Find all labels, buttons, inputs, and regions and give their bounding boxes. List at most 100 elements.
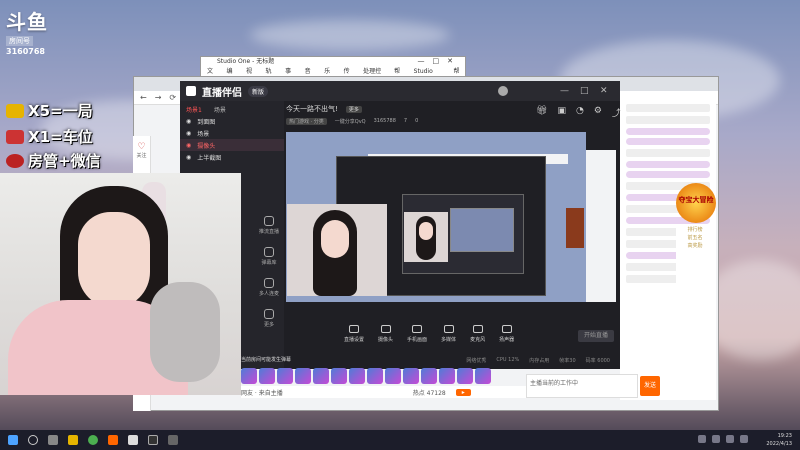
- reload-icon[interactable]: ⟳: [169, 93, 176, 102]
- back-icon[interactable]: ←: [140, 93, 147, 102]
- gift-icon[interactable]: 🎁︎: [536, 106, 547, 119]
- heart-icon[interactable]: ♡: [133, 142, 150, 152]
- eye-icon[interactable]: ◉: [186, 142, 191, 149]
- scene-item[interactable]: ◉ 到面图: [180, 115, 284, 127]
- control-media[interactable]: 多媒体: [441, 325, 456, 343]
- tool-danmu[interactable]: 弹幕库: [254, 247, 284, 266]
- scene-item[interactable]: ◉ 上半截图: [180, 151, 284, 163]
- douyu-app-icon[interactable]: [108, 435, 118, 445]
- gift-item[interactable]: [259, 368, 275, 384]
- control-settings[interactable]: 直播设置: [344, 325, 364, 343]
- chat-user: 网友 · 来自主播: [241, 389, 283, 397]
- eye-icon[interactable]: ◉: [186, 130, 191, 137]
- search-icon[interactable]: [28, 435, 38, 445]
- settings-icon[interactable]: ⚙: [594, 106, 602, 119]
- chat-icon: [264, 247, 274, 257]
- gift-item[interactable]: [313, 368, 329, 384]
- gift-item[interactable]: [475, 368, 491, 384]
- gift-item[interactable]: [421, 368, 437, 384]
- start-live-button[interactable]: 开始直播: [578, 330, 614, 342]
- start-icon[interactable]: [8, 435, 18, 445]
- chat-action-button[interactable]: ▸: [455, 388, 471, 396]
- chat-input[interactable]: 主播当前的工作中: [526, 374, 638, 398]
- tray-icon[interactable]: [740, 435, 748, 443]
- cloud: [250, 20, 450, 50]
- forward-icon[interactable]: →: [155, 93, 162, 102]
- mic-icon: [472, 325, 483, 333]
- bell-icon[interactable]: ◔: [576, 106, 584, 119]
- tab-scene-1[interactable]: 场景1: [186, 105, 202, 114]
- airplane-icon: [6, 129, 24, 144]
- window-controls[interactable]: —□✕: [418, 57, 461, 65]
- like-count: 7: [403, 118, 408, 124]
- speaker-icon: [501, 325, 512, 333]
- status-cpu: CPU 12%: [496, 357, 520, 363]
- viewer-count: 3165788: [373, 118, 396, 124]
- tray-icon[interactable]: [712, 435, 720, 443]
- gift-item[interactable]: [367, 368, 383, 384]
- clock[interactable]: 19:23 2022/4/13: [766, 432, 792, 448]
- tool-live[interactable]: 推流直播: [254, 216, 284, 235]
- taskbar: 19:23 2022/4/13: [0, 430, 800, 450]
- close-button[interactable]: ✕: [600, 86, 608, 96]
- tool-more[interactable]: 更多: [254, 309, 284, 328]
- app-logo-icon: [186, 86, 196, 96]
- top-tool-icons: 🎁︎ ▣ ◔ ⚙ ⤴: [536, 106, 621, 119]
- control-mic[interactable]: 麦克风: [470, 325, 485, 343]
- gift-item[interactable]: [295, 368, 311, 384]
- gift-item[interactable]: [457, 368, 473, 384]
- taskview-icon[interactable]: [48, 435, 58, 445]
- scene-item[interactable]: ◉ 场景: [180, 127, 284, 139]
- rank-list: 排行榜 前五名 高奖励: [676, 226, 714, 308]
- share-link[interactable]: 一键分享QvQ: [335, 118, 366, 125]
- logo-sub: 房间号: [6, 36, 33, 46]
- bag-icon[interactable]: ▣: [557, 106, 566, 119]
- gift-item[interactable]: [349, 368, 365, 384]
- gift-badge[interactable]: 夺宝大冒险: [676, 183, 716, 223]
- preview-gift-banner: [566, 208, 584, 248]
- share-icon[interactable]: ⤴: [612, 106, 621, 119]
- status-network: 网络优秀: [466, 357, 487, 364]
- send-button[interactable]: 发送: [640, 376, 660, 396]
- eye-icon[interactable]: ◉: [186, 154, 191, 161]
- app-titlebar: 直播伴侣 新版 — □ ✕: [180, 81, 620, 101]
- tab-scene[interactable]: 场景: [214, 105, 226, 114]
- stream-title[interactable]: 今天一路不出气!: [286, 104, 338, 114]
- tray-icon[interactable]: [698, 435, 706, 443]
- gift-row: [241, 368, 511, 386]
- system-tray: [698, 435, 748, 443]
- rocket-icon: [6, 153, 24, 168]
- gift-item[interactable]: [385, 368, 401, 384]
- chrome-icon[interactable]: [88, 435, 98, 445]
- control-camera[interactable]: 摄像头: [378, 325, 393, 343]
- control-phone[interactable]: 手机画面: [407, 325, 427, 343]
- stream-tag[interactable]: 更多: [345, 105, 362, 113]
- gift-item[interactable]: [277, 368, 293, 384]
- obs-icon[interactable]: [148, 435, 158, 445]
- streamer-face: [78, 212, 150, 308]
- control-speaker[interactable]: 扬声器: [499, 325, 514, 343]
- monitor-icon: [349, 325, 359, 333]
- folder-icon[interactable]: [68, 435, 78, 445]
- logo-text: 斗鱼: [6, 10, 48, 34]
- tool-multi[interactable]: 多人连麦: [254, 278, 284, 297]
- gift-item[interactable]: [241, 368, 257, 384]
- minimize-button[interactable]: —: [560, 86, 569, 96]
- avatar[interactable]: [498, 86, 508, 96]
- studio-window[interactable]: Studio One - 无标题 —□✕ 文件 编辑 视图 轨道 事件 音频 乐…: [200, 56, 466, 85]
- eye-icon[interactable]: ◉: [186, 118, 191, 125]
- gift-count: 0: [415, 118, 419, 124]
- follow-label: 关注: [136, 153, 147, 159]
- more-icon: [264, 309, 274, 319]
- gift-item[interactable]: [439, 368, 455, 384]
- app-icon[interactable]: [168, 435, 178, 445]
- status-bitrate: 码率 6000: [585, 357, 610, 364]
- maximize-button[interactable]: □: [580, 86, 589, 96]
- gift-item[interactable]: [331, 368, 347, 384]
- category-tag[interactable]: 热门游戏 · 分类: [286, 117, 327, 125]
- app-icon[interactable]: [128, 435, 138, 445]
- tray-icon[interactable]: [726, 435, 734, 443]
- bottom-notice: 当前房间可能发生弹幕: [241, 357, 292, 363]
- gift-item[interactable]: [403, 368, 419, 384]
- scene-item-selected[interactable]: ◉ 摄像头: [180, 139, 284, 151]
